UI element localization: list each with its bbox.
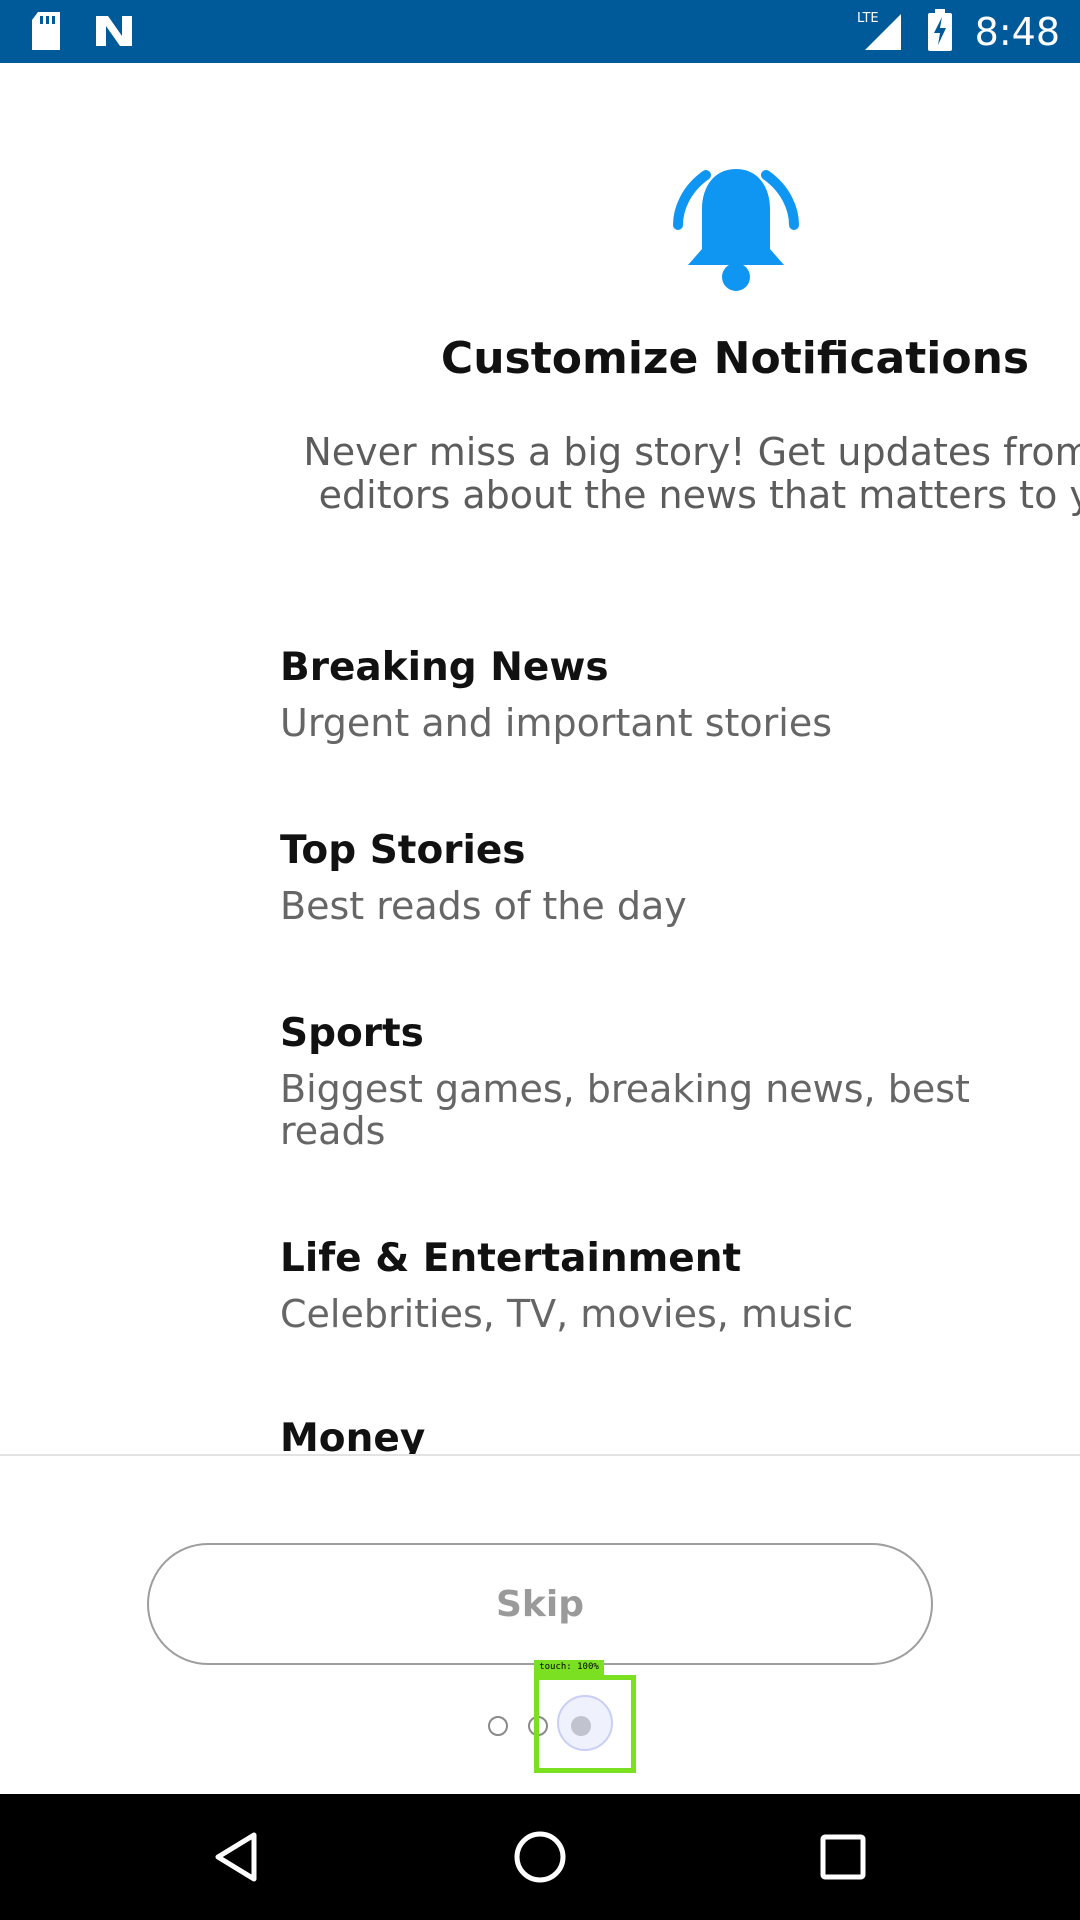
page-subtitle: Never miss a big story! Get updates from… xyxy=(303,430,1080,517)
touch-label: touch: 100% xyxy=(534,1660,604,1675)
battery-charging-icon xyxy=(927,8,953,55)
option-description: Best reads of the day xyxy=(280,884,687,928)
option-breaking-news[interactable]: Breaking News Urgent and important stori… xyxy=(280,645,1040,744)
bell-icon xyxy=(668,165,804,299)
option-title: Sports xyxy=(280,1011,424,1056)
page-dot-1[interactable] xyxy=(488,1716,508,1736)
option-life-entertainment[interactable]: Life & Entertainment Celebrities, TV, mo… xyxy=(280,1236,1040,1335)
option-description: Biggest games, breaking news, best reads xyxy=(280,1067,970,1153)
n-logo-icon xyxy=(94,12,134,54)
lte-text: LTE xyxy=(857,11,879,26)
skip-button[interactable]: Skip xyxy=(147,1543,933,1665)
option-title: Money xyxy=(280,1416,426,1456)
sd-card-icon xyxy=(30,12,62,54)
option-money[interactable]: Money xyxy=(280,1416,1040,1456)
option-title: Life & Entertainment xyxy=(280,1236,742,1281)
onboarding-notifications-page: Customize Notifications Never miss a big… xyxy=(0,63,1080,1456)
option-title: Breaking News xyxy=(280,645,609,690)
divider xyxy=(0,1454,1080,1456)
option-sports[interactable]: Sports Biggest games, breaking news, bes… xyxy=(280,1011,1040,1152)
clock: 8:48 xyxy=(974,9,1060,54)
touch-highlight-box xyxy=(534,1675,636,1773)
status-bar: LTE 8:48 xyxy=(0,0,1080,63)
lte-signal-icon: LTE xyxy=(857,8,905,56)
home-icon[interactable] xyxy=(480,1794,600,1920)
option-description: Celebrities, TV, movies, music xyxy=(280,1292,854,1336)
navigation-bar xyxy=(0,1794,1080,1920)
back-icon[interactable] xyxy=(176,1794,296,1920)
page-title: Customize Notifications xyxy=(440,333,1030,384)
recents-icon[interactable] xyxy=(783,1794,903,1920)
option-description: Urgent and important stories xyxy=(280,701,833,745)
option-title: Top Stories xyxy=(280,828,526,873)
option-top-stories[interactable]: Top Stories Best reads of the day xyxy=(280,828,1040,927)
